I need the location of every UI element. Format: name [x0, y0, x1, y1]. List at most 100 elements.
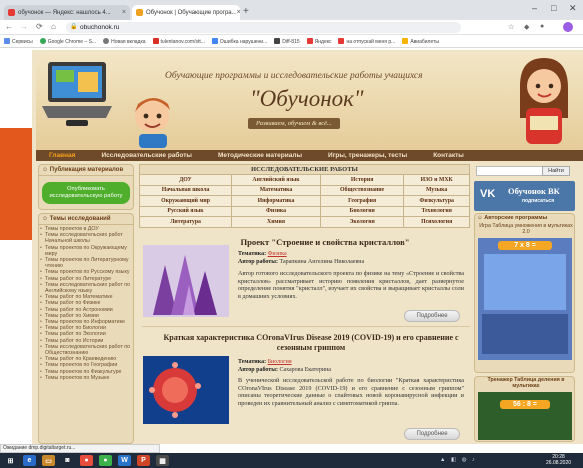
- publish-button[interactable]: Опубликовать исследовательскую работу: [42, 182, 130, 204]
- taskbar: ⊞ e ▭ ◙ ● ● W P ▦: [0, 453, 583, 468]
- close-tab-icon[interactable]: ×: [237, 9, 240, 16]
- research-link[interactable]: Английский язык: [231, 174, 321, 186]
- research-link[interactable]: Физика: [231, 205, 321, 217]
- research-link[interactable]: Начальная школа: [138, 184, 233, 196]
- game1-title[interactable]: Игра Таблица умножения в мультиках 2.0: [478, 223, 574, 235]
- publish-header: ☺ Публикация материалов: [39, 165, 133, 176]
- subject-link[interactable]: Биология: [268, 359, 292, 365]
- research-link[interactable]: ИЗО и МХК: [403, 174, 470, 186]
- folder-icon[interactable]: ▭: [42, 455, 55, 466]
- site-title[interactable]: "Обучонок": [250, 86, 364, 112]
- game2-banner: 56 : 8 =: [500, 400, 550, 409]
- vk-subtitle: подписаться: [522, 198, 555, 204]
- start-icon[interactable]: ⊞: [4, 455, 17, 466]
- answer-grid: [482, 314, 568, 354]
- topic-link[interactable]: Темы проектов по Музыке: [40, 375, 134, 381]
- laptop-illustration: [42, 62, 112, 126]
- covid-image[interactable]: [143, 356, 229, 424]
- research-link[interactable]: Информатика: [231, 195, 321, 207]
- research-link[interactable]: Математика: [231, 184, 321, 196]
- research-link[interactable]: Литература: [138, 216, 233, 228]
- app-icon[interactable]: e: [23, 455, 36, 466]
- topic-link[interactable]: Темы проектов по Окружающему миру: [40, 245, 134, 257]
- crystals-image[interactable]: [143, 245, 229, 317]
- extension-icon[interactable]: ◆: [524, 23, 529, 31]
- research-link[interactable]: Химия: [231, 216, 321, 228]
- topic-link[interactable]: Темы исследовательских работ по Английск…: [40, 282, 134, 294]
- research-link[interactable]: Физкультура: [403, 195, 470, 207]
- store-icon[interactable]: ◙: [61, 455, 74, 466]
- bookmark-item[interactable]: Новая вкладка: [103, 37, 146, 45]
- more-button[interactable]: Подробнее: [404, 310, 460, 322]
- research-link[interactable]: Обществознание: [319, 184, 405, 196]
- app-icon[interactable]: ●: [99, 455, 112, 466]
- bookmarks-bar: Сервисы Google Chrome – S... Новая вклад…: [0, 35, 583, 48]
- url-field[interactable]: 🔒 obuchonok.ru: [66, 22, 461, 33]
- game2-title[interactable]: Тренажер Таблица деления в мультиках: [478, 377, 574, 389]
- topics-list: Темы проектов в ДОУ Темы исследовательск…: [40, 226, 134, 381]
- close-tab-icon[interactable]: ×: [122, 9, 126, 16]
- browser-tab-obuchonok[interactable]: Обучонок | Обучающие програ... ×: [132, 5, 240, 20]
- topic-link[interactable]: Темы исследовательских работ по Общество…: [40, 344, 134, 356]
- subject-link[interactable]: Физика: [268, 251, 287, 257]
- game1-image[interactable]: 7 x 8 =: [478, 238, 572, 360]
- status-bar: Ожидание dmp.digitaltarget.ru...: [0, 444, 160, 453]
- taskbar-clock[interactable]: 20:28 26.08.2020: [546, 454, 572, 466]
- system-tray-icons[interactable]: ▲ ◧ ◍ ♪: [440, 457, 477, 463]
- maximize-icon[interactable]: □: [551, 3, 556, 13]
- search-button[interactable]: Найти: [542, 166, 570, 176]
- bookmark-item[interactable]: Google Chrome – S...: [39, 37, 96, 45]
- minimize-icon[interactable]: –: [532, 3, 537, 13]
- back-icon[interactable]: ←: [5, 22, 13, 31]
- research-link[interactable]: Русский язык: [138, 205, 233, 217]
- extension-icon[interactable]: ●: [540, 23, 544, 30]
- main-nav: Главная Исследовательские работы Методич…: [36, 150, 583, 161]
- profile-avatar[interactable]: [563, 22, 573, 32]
- app-icon[interactable]: ●: [80, 455, 93, 466]
- bookmark-item[interactable]: Ошибка нарушени...: [211, 37, 267, 45]
- powerpoint-icon[interactable]: P: [137, 455, 150, 466]
- research-link[interactable]: Музыка: [403, 184, 470, 196]
- app-icon[interactable]: ▦: [156, 455, 169, 466]
- topic-link[interactable]: Темы проектов по Литературному чтению: [40, 257, 134, 269]
- research-link[interactable]: История: [319, 174, 405, 186]
- more-button[interactable]: Подробнее: [404, 428, 460, 440]
- browser-tab-yandex[interactable]: обучонок — Яндекс: нашлось 4... ×: [4, 5, 130, 20]
- reload-icon[interactable]: ⟳: [36, 22, 43, 31]
- bookmark-item[interactable]: Сервисы: [4, 37, 33, 45]
- clock-date: 26.08.2020: [546, 459, 572, 466]
- research-link[interactable]: География: [319, 195, 405, 207]
- programs-header: ☺ Авторские программы: [477, 215, 548, 221]
- nav-contacts[interactable]: Контакты: [420, 152, 477, 159]
- nav-methods[interactable]: Методические материалы: [205, 152, 315, 159]
- site-favicon-icon: [136, 9, 143, 16]
- research-link[interactable]: Технология: [403, 205, 470, 217]
- article-summary: В ученической исследовательской работе п…: [238, 377, 464, 407]
- topic-link[interactable]: Темы исследовательских работ Начальной ш…: [40, 232, 134, 244]
- url-text: obuchonok.ru: [80, 24, 120, 31]
- nav-games[interactable]: Игры, тренажеры, тесты: [315, 152, 420, 159]
- nav-research[interactable]: Исследовательские работы: [88, 152, 205, 159]
- bookmark-item[interactable]: tulentanov.com/stt...: [152, 37, 205, 45]
- article-author: Автор работы: Тарапкина Ангелина Николае…: [238, 259, 365, 265]
- game2-image[interactable]: 56 : 8 =: [478, 392, 572, 440]
- bookmark-item[interactable]: на отпускай меня р...: [338, 37, 395, 45]
- nav-home[interactable]: Главная: [36, 152, 88, 159]
- article-title[interactable]: Краткая характеристика COronaVIrus Disea…: [152, 333, 470, 353]
- word-icon[interactable]: W: [118, 455, 131, 466]
- home-icon[interactable]: ⌂: [51, 22, 56, 31]
- star-icon[interactable]: ☆: [508, 23, 514, 31]
- article-summary: Автор готового исследовательского проект…: [238, 270, 464, 300]
- forward-icon[interactable]: →: [20, 22, 28, 31]
- research-link[interactable]: ДОУ: [138, 174, 233, 186]
- research-link[interactable]: Окружающий мир: [138, 195, 233, 207]
- bookmark-item[interactable]: Яндекс: [306, 37, 331, 45]
- close-window-icon[interactable]: ✕: [569, 3, 577, 14]
- research-link[interactable]: Психология: [403, 216, 470, 228]
- vk-banner[interactable]: VK Обучонок ВК подписаться: [474, 181, 575, 211]
- bookmark-item[interactable]: Diff-815: [274, 37, 300, 45]
- research-link[interactable]: Биология: [319, 205, 405, 217]
- bookmark-item[interactable]: Авиабилеты: [402, 37, 439, 45]
- research-link[interactable]: Экология: [319, 216, 405, 228]
- new-tab-button[interactable]: +: [243, 6, 249, 17]
